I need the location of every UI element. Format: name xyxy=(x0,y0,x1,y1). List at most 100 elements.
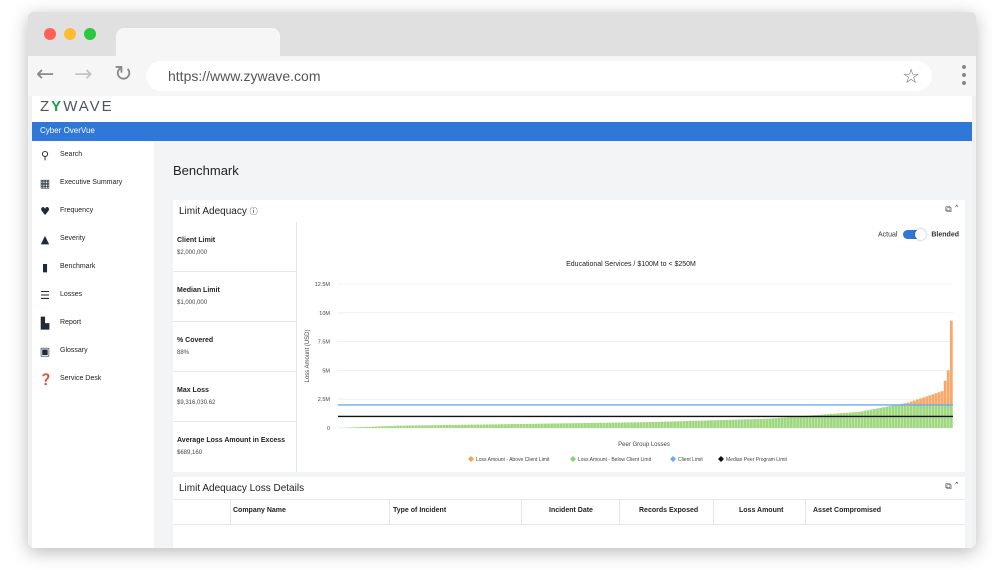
collapse-icon[interactable]: ˄ xyxy=(955,482,960,492)
sidebar-item-label: Service Desk xyxy=(60,375,102,382)
column-header[interactable]: Incident Date xyxy=(549,507,593,514)
stat-max-loss: Max Loss $9,316,030.62 xyxy=(173,372,297,422)
loss-bar-below-limit xyxy=(645,422,649,428)
chart-area: Actual Blended Educational Services / $1… xyxy=(298,224,965,472)
legend-label: Loss Amount - Below Client Limit xyxy=(578,457,652,463)
loss-bar-below-limit xyxy=(451,424,455,428)
loss-bar-below-limit xyxy=(851,412,855,428)
loss-bar-below-limit xyxy=(734,419,738,428)
sidebar-item-label: Frequency xyxy=(60,207,94,214)
stat-percent-covered: % Covered 88% xyxy=(173,322,297,372)
legend-label: Median Peer Program Limit xyxy=(726,457,787,463)
loss-bar-below-limit xyxy=(568,423,572,428)
loss-bar-below-limit xyxy=(694,420,698,428)
loss-bar-below-limit xyxy=(866,410,870,428)
loss-bar-below-limit xyxy=(580,423,584,428)
loss-bar-below-limit xyxy=(528,423,532,428)
card-title: Limit Adequacy Loss Details xyxy=(179,483,305,494)
loss-bar-below-limit xyxy=(562,423,566,428)
loss-bar-below-limit xyxy=(553,423,557,428)
collapse-icon[interactable]: ˄ xyxy=(955,205,960,215)
heartbeat-icon: ♥ xyxy=(40,205,50,218)
loss-bar-above-limit xyxy=(919,398,922,405)
sidebar-item-glossary[interactable]: ▣ Glossary xyxy=(32,343,154,365)
info-icon[interactable]: ⓘ xyxy=(250,207,258,216)
loss-bar-below-limit xyxy=(599,422,603,428)
sidebar-item-frequency[interactable]: ♥ Frequency xyxy=(32,203,154,225)
sidebar-item-service-desk[interactable]: ❓ Service Desk xyxy=(32,371,154,393)
column-header[interactable]: Asset Compromised xyxy=(813,507,881,514)
address-bar[interactable]: https://www.zywave.com ☆ xyxy=(146,61,932,91)
sidebar-item-search[interactable]: ⚲ Search xyxy=(32,147,154,169)
help-icon: ❓ xyxy=(39,373,53,386)
browser-navbar: ← → ↻ https://www.zywave.com ☆ xyxy=(28,56,976,96)
loss-bar-below-limit xyxy=(368,426,372,428)
sidebar-item-losses[interactable]: ☰ Losses xyxy=(32,287,154,309)
page-title: Benchmark xyxy=(173,163,239,178)
bookmark-star-icon[interactable]: ☆ xyxy=(902,64,920,88)
loss-bar-above-limit xyxy=(925,396,929,405)
y-tick-label: 0 xyxy=(327,426,330,432)
popout-icon[interactable]: ⧉ xyxy=(945,482,951,492)
loss-bar-below-limit xyxy=(786,417,790,428)
sidebar-item-label: Severity xyxy=(60,235,86,242)
column-header[interactable]: Company Name xyxy=(233,507,286,514)
loss-bar-below-limit xyxy=(488,424,492,428)
loss-bar-below-limit xyxy=(371,426,375,428)
loss-bar-below-limit xyxy=(479,424,483,428)
loss-details-card: Limit Adequacy Loss Details ⧉ ˄ Company … xyxy=(173,477,965,548)
loss-bar-below-limit xyxy=(500,424,504,428)
close-window-button[interactable] xyxy=(44,28,56,40)
legend-marker xyxy=(718,456,724,462)
loss-bar-below-limit xyxy=(559,423,563,428)
loss-bar-below-limit xyxy=(497,424,501,428)
loss-bar-below-limit xyxy=(713,420,716,428)
loss-bar-below-limit xyxy=(359,427,363,428)
dashboard-icon: ▦ xyxy=(39,177,51,190)
y-tick-label: 2.5M xyxy=(318,397,331,403)
loss-bar-below-limit xyxy=(516,424,520,428)
loss-bar-below-limit xyxy=(719,420,723,428)
loss-bar-below-limit xyxy=(768,418,772,428)
loss-bar-below-limit xyxy=(362,426,366,428)
stat-label: Median Limit xyxy=(177,287,220,294)
loss-bar-below-limit xyxy=(476,424,480,428)
loss-bar-below-limit xyxy=(756,419,759,428)
loss-bar-below-limit xyxy=(808,415,812,428)
sidebar-item-benchmark[interactable]: ▮ Benchmark xyxy=(32,259,154,281)
reload-icon[interactable]: ↻ xyxy=(114,64,132,86)
loss-bar-below-limit xyxy=(854,412,858,428)
column-header[interactable]: Type of Incident xyxy=(393,507,446,514)
legend-item: Loss Amount - Below Client Limit xyxy=(570,456,652,463)
loss-bar-below-limit xyxy=(836,413,839,428)
sidebar-item-report[interactable]: ▙ Report xyxy=(32,315,154,337)
loss-bar-below-limit xyxy=(565,423,569,428)
loss-bar-below-limit xyxy=(587,423,590,428)
loss-bar-below-limit xyxy=(547,423,550,428)
loss-bar-below-limit xyxy=(408,425,412,428)
browser-menu-icon[interactable] xyxy=(962,65,968,89)
maximize-window-button[interactable] xyxy=(84,28,96,40)
loss-bar-below-limit xyxy=(513,424,517,428)
loss-bar-below-limit xyxy=(743,419,747,428)
browser-tab[interactable] xyxy=(116,28,280,58)
loss-bar-below-limit xyxy=(387,426,390,428)
sidebar-item-severity[interactable]: ▲ Severity xyxy=(32,231,154,253)
forward-arrow-icon[interactable]: → xyxy=(74,64,92,86)
column-header[interactable]: Loss Amount xyxy=(739,507,783,514)
loss-bar-below-limit xyxy=(679,421,683,428)
loss-bar-below-limit xyxy=(682,421,686,428)
book-icon: ▣ xyxy=(39,345,51,358)
loss-bar-below-limit xyxy=(805,415,809,428)
y-tick-label: 5M xyxy=(322,368,330,374)
y-tick-label: 12.5M xyxy=(315,282,331,288)
minimize-window-button[interactable] xyxy=(64,28,76,40)
loss-bar-above-limit xyxy=(922,397,926,405)
back-arrow-icon[interactable]: ← xyxy=(36,64,54,86)
loss-bar-below-limit xyxy=(445,425,449,428)
column-header[interactable]: Records Exposed xyxy=(639,507,698,514)
popout-icon[interactable]: ⧉ xyxy=(945,205,951,215)
loss-bar-below-limit xyxy=(642,422,646,428)
loss-bar-below-limit xyxy=(614,422,618,428)
sidebar-item-executive-summary[interactable]: ▦ Executive Summary xyxy=(32,175,154,197)
